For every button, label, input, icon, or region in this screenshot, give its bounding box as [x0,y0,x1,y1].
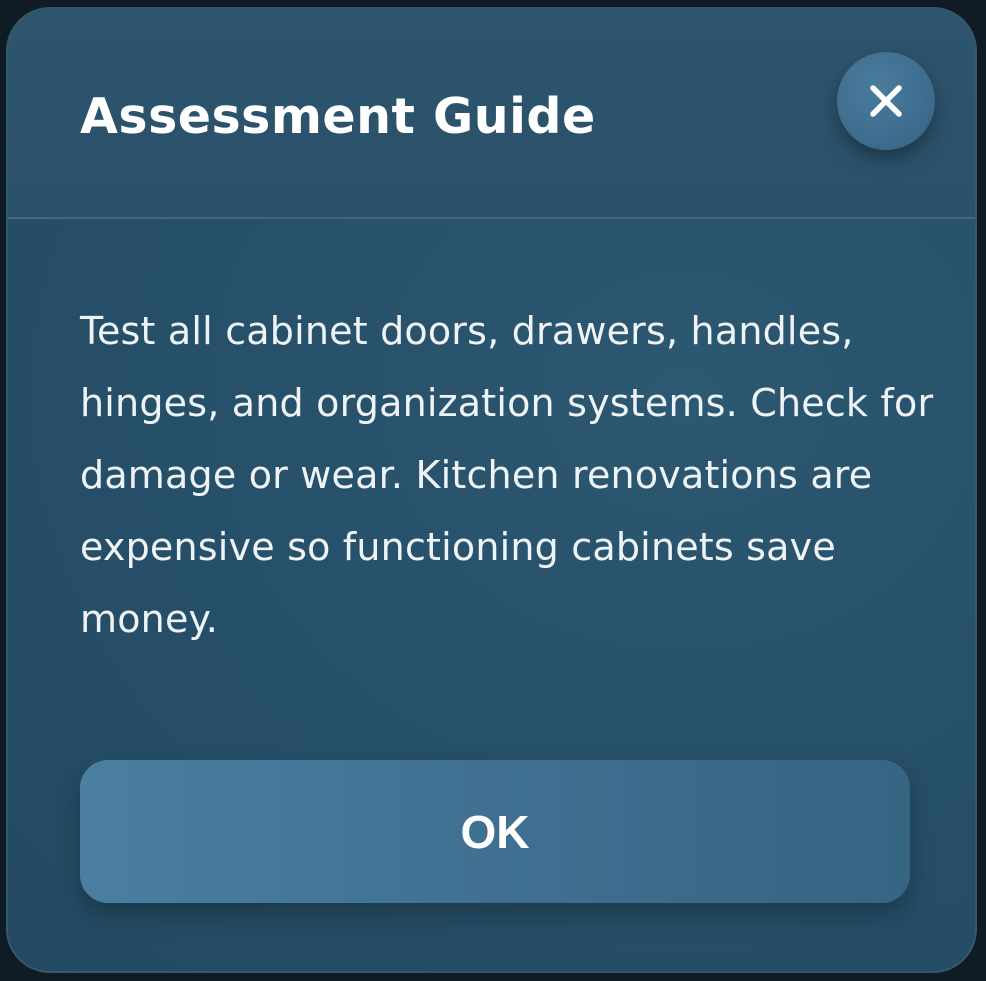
assessment-guide-dialog: Assessment Guide Test all cabinet doors,… [6,7,977,973]
dialog-title: Assessment Guide [80,88,596,145]
dialog-header: Assessment Guide [8,9,975,219]
close-button[interactable] [837,52,935,150]
close-icon [869,84,903,118]
dialog-message: Test all cabinet doors, drawers, handles… [80,309,934,641]
ok-button[interactable]: OK [80,760,910,903]
